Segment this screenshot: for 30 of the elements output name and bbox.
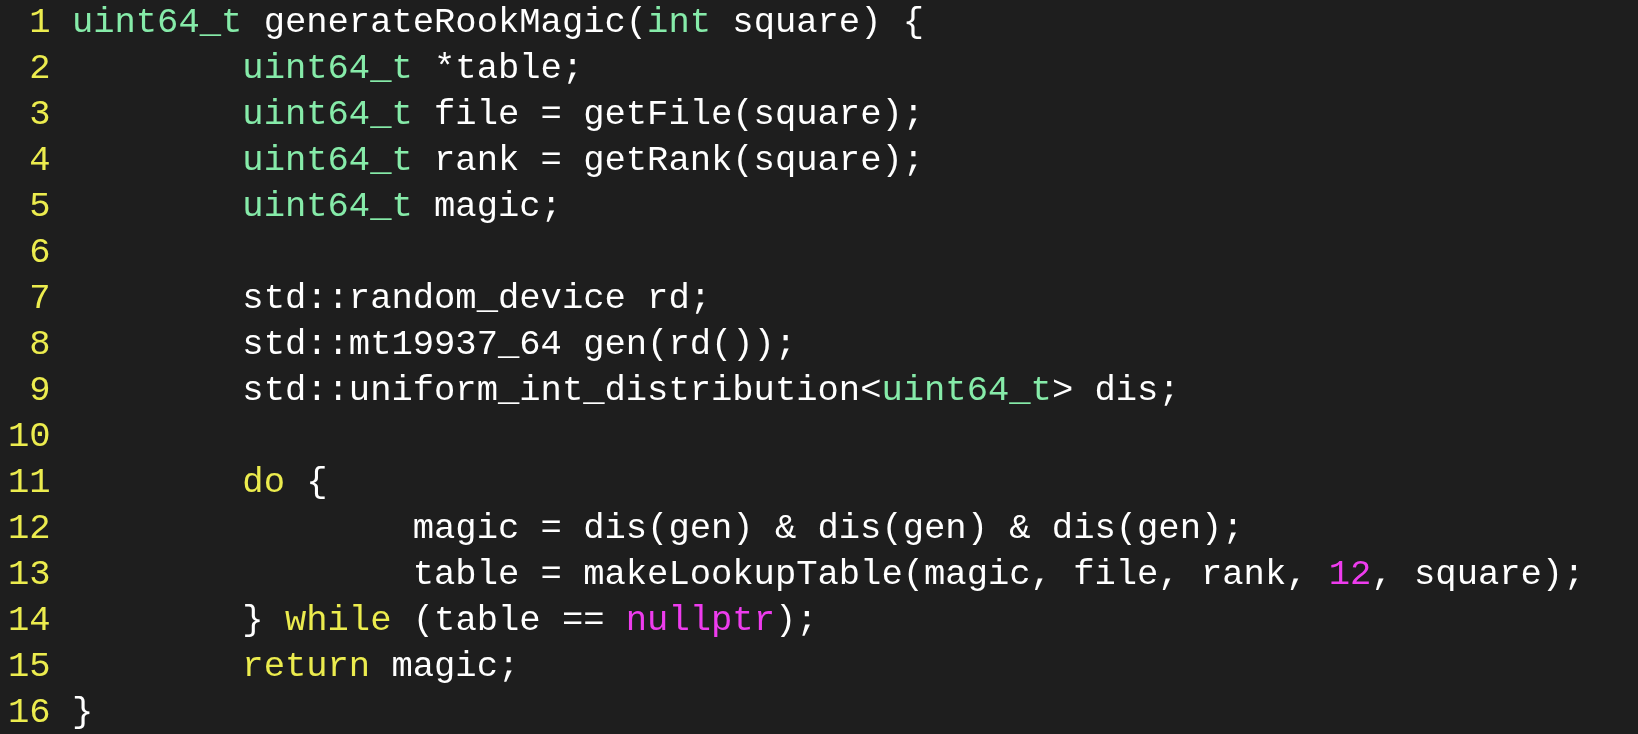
code-line: table = makeLookupTable(magic, file, rank, 12, square); [411,553,1585,597]
line-number: 3 [28,93,51,137]
code-line: uint64_t generateRookMagic(int square) { [71,1,925,45]
code-line: std::random_device rd; [241,277,711,321]
line-number: 13 [8,553,51,597]
line-number: 8 [28,323,51,367]
line-number: 1 [28,1,51,45]
code-line: do { [241,461,328,505]
line-number: 6 [28,231,51,275]
line-number: 14 [8,599,51,643]
code-line: return magic; [241,645,520,689]
line-number: 10 [8,415,51,459]
code-line: uint64_t file = getFile(square); [241,93,925,137]
code-line: uint64_t rank = getRank(square); [241,139,925,183]
line-number: 12 [8,507,51,551]
code-line: } [71,691,94,734]
line-number: 2 [28,47,51,91]
line-number: 9 [28,369,51,413]
line-number: 4 [28,139,51,183]
code-line: uint64_t magic; [241,185,562,229]
line-number: 16 [8,691,51,734]
line-number: 7 [28,277,51,321]
code-line: std::mt19937_64 gen(rd()); [241,323,797,367]
line-number: 5 [28,185,51,229]
code-line: magic = dis(gen) & dis(gen) & dis(gen); [411,507,1244,551]
line-number: 11 [8,461,51,505]
code-line: uint64_t *table; [241,47,584,91]
line-number: 15 [8,645,51,689]
code-line: } while (table == nullptr); [241,599,818,643]
code-line: std::uniform_int_distribution<uint64_t> dis; [241,369,1180,413]
